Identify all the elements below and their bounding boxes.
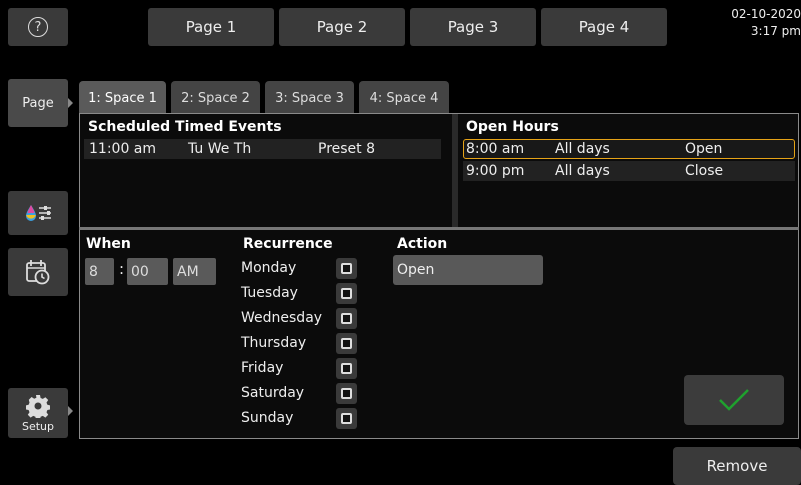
open-hours-days: All days <box>555 141 610 157</box>
page-mode-label: Page <box>22 95 54 111</box>
remove-button[interactable]: Remove <box>673 447 801 485</box>
setup-label: Setup <box>21 419 55 433</box>
ampm-field[interactable]: AM <box>173 258 216 285</box>
page-1-button[interactable]: Page 1 <box>148 8 274 46</box>
saturday-checkbox[interactable] <box>336 383 357 404</box>
scheduled-events-title: Scheduled Timed Events <box>88 119 282 135</box>
wednesday-checkbox[interactable] <box>336 308 357 329</box>
open-hours-action: Open <box>685 141 723 157</box>
open-hours-action: Close <box>685 163 724 179</box>
day-label-friday: Friday <box>241 360 284 376</box>
tab-space-1[interactable]: 1: Space 1 <box>79 81 166 115</box>
top-bar: ? Page 1 Page 2 Page 3 Page 4 02-10-2020… <box>0 0 801 56</box>
open-hours-time: 9:00 pm <box>466 163 525 179</box>
minute-field[interactable]: 00 <box>127 258 168 285</box>
event-time: 11:00 am <box>89 141 157 157</box>
checkbox-box <box>341 388 352 399</box>
clock: 02-10-2020 3:17 pm <box>711 6 801 40</box>
page-mode-button[interactable]: Page <box>8 79 68 127</box>
tab-space-3[interactable]: 3: Space 3 <box>265 81 354 115</box>
checkbox-box <box>341 338 352 349</box>
gear-icon <box>26 394 50 418</box>
checkbox-box <box>341 263 352 274</box>
hour-field[interactable]: 8 <box>85 258 114 285</box>
help-icon: ? <box>28 17 48 37</box>
day-label-sunday: Sunday <box>241 410 294 426</box>
day-label-monday: Monday <box>241 260 297 276</box>
checkbox-box <box>341 363 352 374</box>
color-sliders-icon <box>26 205 51 221</box>
open-hours-row-selected[interactable]: 8:00 am All days Open <box>463 139 795 159</box>
time-colon: : <box>119 260 125 278</box>
scheduled-event-row[interactable]: 11:00 am Tu We Th Preset 8 <box>84 139 441 159</box>
page-3-button[interactable]: Page 3 <box>410 8 536 46</box>
color-settings-button[interactable] <box>8 191 68 235</box>
page-mode-arrow-icon <box>68 98 73 108</box>
day-label-tuesday: Tuesday <box>241 285 298 301</box>
action-dropdown[interactable]: Open <box>393 255 543 285</box>
horizontal-divider <box>79 227 799 230</box>
checkbox-box <box>341 288 352 299</box>
day-label-wednesday: Wednesday <box>241 310 323 326</box>
thursday-checkbox[interactable] <box>336 333 357 354</box>
tab-space-2[interactable]: 2: Space 2 <box>171 81 260 115</box>
setup-button[interactable]: Setup <box>8 388 68 438</box>
recurrence-title: Recurrence <box>243 236 333 252</box>
checkbox-box <box>341 313 352 324</box>
checkbox-box <box>341 413 352 424</box>
help-button[interactable]: ? <box>8 8 68 46</box>
open-hours-row[interactable]: 9:00 pm All days Close <box>463 161 795 181</box>
confirm-button[interactable] <box>684 375 784 425</box>
tuesday-checkbox[interactable] <box>336 283 357 304</box>
friday-checkbox[interactable] <box>336 358 357 379</box>
page-2-button[interactable]: Page 2 <box>279 8 405 46</box>
open-hours-title: Open Hours <box>466 119 559 135</box>
setup-arrow-icon <box>68 406 73 416</box>
sunday-checkbox[interactable] <box>336 408 357 429</box>
checkmark-icon <box>719 389 749 411</box>
open-hours-days: All days <box>555 163 610 179</box>
tab-space-4[interactable]: 4: Space 4 <box>359 81 449 115</box>
event-days: Tu We Th <box>188 141 252 157</box>
calendar-clock-icon <box>26 260 50 285</box>
open-hours-time: 8:00 am <box>466 141 525 157</box>
day-label-saturday: Saturday <box>241 385 305 401</box>
clock-time: 3:17 pm <box>750 24 801 38</box>
schedule-button[interactable] <box>8 248 68 296</box>
vertical-divider <box>452 114 458 227</box>
clock-date: 02-10-2020 <box>731 7 801 21</box>
monday-checkbox[interactable] <box>336 258 357 279</box>
page-4-button[interactable]: Page 4 <box>541 8 667 46</box>
event-action: Preset 8 <box>318 141 376 157</box>
day-label-thursday: Thursday <box>241 335 307 351</box>
when-title: When <box>86 236 131 252</box>
action-title: Action <box>397 236 448 252</box>
